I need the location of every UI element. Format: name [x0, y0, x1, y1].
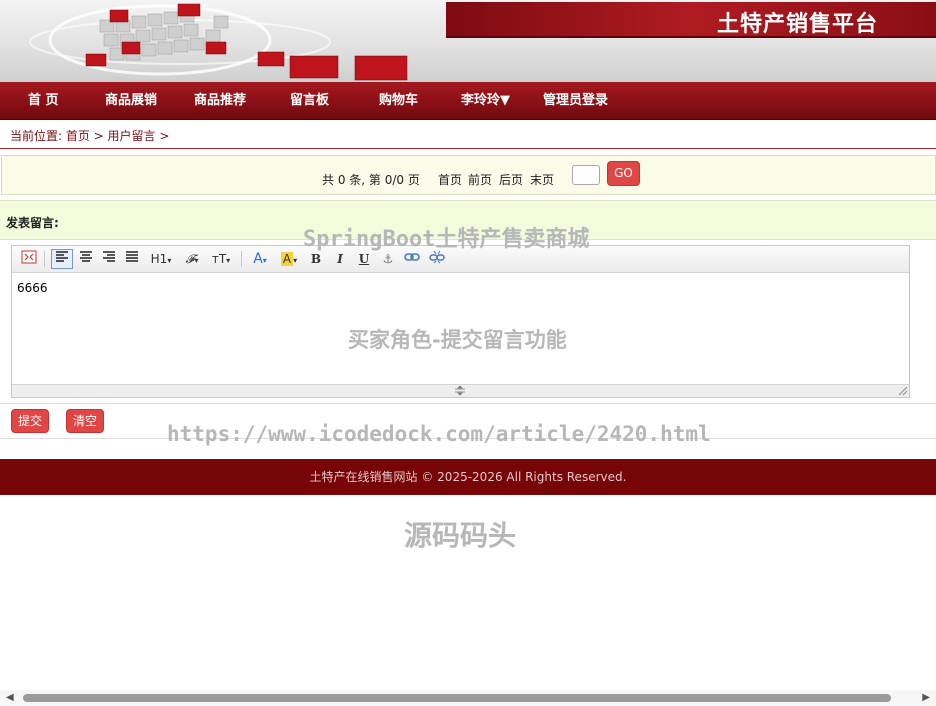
editor-resize-handle[interactable] [12, 384, 909, 397]
nav-item-recommended[interactable]: 商品推荐 [194, 82, 246, 119]
editor-section: H1▾ 𝓕▾ тT▾ A▾ A ▾ B I U ⚓ 6666 [0, 239, 936, 404]
background-color-dropdown[interactable]: A ▾ [276, 250, 302, 268]
go-button[interactable]: GO [607, 161, 640, 186]
clear-button[interactable]: 清空 [66, 409, 104, 433]
align-right-icon[interactable] [100, 250, 118, 268]
align-justify-icon[interactable] [123, 250, 141, 268]
pager-next-link[interactable]: 后页 [499, 171, 523, 188]
resize-grip-icon [455, 386, 465, 396]
page-number-input[interactable] [572, 165, 600, 185]
nav-item-message-board[interactable]: 留言板 [290, 82, 329, 119]
pager-prev-link[interactable]: 前页 [468, 171, 492, 188]
rich-text-editor: H1▾ 𝓕▾ тT▾ A▾ A ▾ B I U ⚓ 6666 [11, 245, 910, 398]
nav-item-admin-login[interactable]: 管理员登录 [543, 82, 608, 119]
fullscreen-icon[interactable] [20, 250, 38, 268]
editor-content-text: 6666 [17, 281, 48, 295]
pager-first-link[interactable]: 首页 [438, 171, 462, 188]
nav-item-cart[interactable]: 购物车 [379, 82, 418, 119]
title-bar: 土特产销售平台 [446, 2, 936, 38]
font-family-dropdown[interactable]: 𝓕▾ [180, 250, 204, 268]
align-center-icon[interactable] [77, 250, 95, 268]
watermark-title: SpringBoot土特产售卖商城 [303, 227, 590, 252]
breadcrumb-text: 当前位置: 首页 > 用户留言 > [10, 129, 170, 143]
site-title: 土特产销售平台 [716, 12, 878, 37]
corner-resize-icon[interactable] [898, 386, 908, 396]
scrollbar-thumb[interactable] [23, 694, 891, 702]
header-banner: 土特产销售平台 [0, 0, 936, 82]
align-left-icon[interactable] [51, 249, 73, 269]
breadcrumb: 当前位置: 首页 > 用户留言 > [0, 120, 936, 149]
scroll-right-icon[interactable]: ▶ [922, 690, 930, 706]
watermark-subtitle: 买家角色-提交留言功能 [348, 328, 567, 352]
submit-button[interactable]: 提交 [11, 409, 49, 433]
font-size-dropdown[interactable]: тT▾ [208, 250, 234, 268]
nav-item-home[interactable]: 首 页 [28, 82, 59, 119]
horizontal-scrollbar[interactable]: ◀ ▶ [0, 690, 936, 706]
cubes-logo-graphic [29, 3, 408, 81]
font-color-dropdown[interactable]: A▾ [248, 250, 272, 268]
pager-summary: 共 0 条, 第 0/0 页 [322, 173, 420, 187]
main-nav: 首 页 商品展销 商品推荐 留言板 购物车 李玲玲▼ 管理员登录 [0, 82, 936, 120]
footer: 土特产在线销售网站 © 2025-2026 All Rights Reserve… [0, 459, 936, 495]
nav-item-products[interactable]: 商品展销 [105, 82, 157, 119]
scroll-left-icon[interactable]: ◀ [6, 690, 14, 706]
nav-item-user-menu[interactable]: 李玲玲▼ [461, 82, 510, 119]
watermark-url: https://www.icodedock.com/article/2420.h… [167, 422, 711, 446]
pagination-bar: 共 0 条, 第 0/0 页 首页 前页 后页 末页 GO [1, 155, 936, 195]
pager-last-link[interactable]: 末页 [530, 171, 554, 188]
watermark-brand: 源码码头 [404, 519, 517, 552]
post-message-title: 发表留言: [6, 216, 59, 230]
heading-dropdown[interactable]: H1▾ [148, 250, 174, 268]
footer-copyright: 土特产在线销售网站 © 2025-2026 All Rights Reserve… [309, 470, 627, 484]
